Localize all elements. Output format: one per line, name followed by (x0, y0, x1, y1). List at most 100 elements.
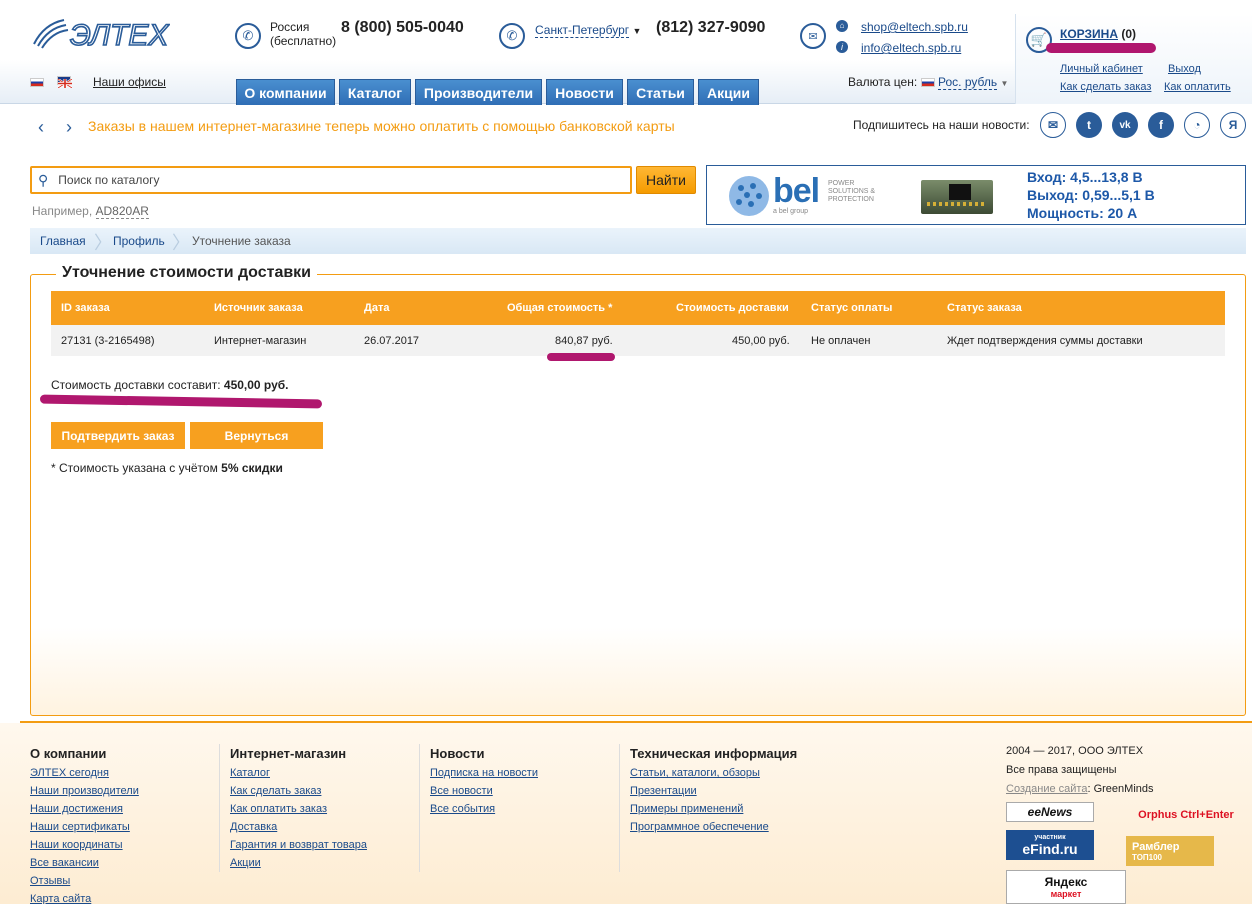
tab-articles[interactable]: Статьи (627, 79, 694, 105)
cart-link[interactable]: КОРЗИНА (0) (1060, 27, 1136, 41)
footer-link[interactable]: Все события (430, 803, 538, 821)
footer-col-title: О компании (30, 746, 107, 761)
facebook-icon[interactable]: f (1148, 112, 1174, 138)
footer-link[interactable]: Доставка (230, 821, 367, 839)
delivery-value: 450,00 руб. (223, 378, 289, 392)
breadcrumb-home[interactable]: Главная (40, 234, 86, 248)
account-link[interactable]: Личный кабинет (1060, 63, 1143, 75)
efind-logo: eFind.ru (1022, 840, 1078, 857)
chevron-down-icon: ▼ (1000, 79, 1009, 88)
col-payment-status: Статус оплаты (811, 302, 893, 314)
tab-about[interactable]: О компании (236, 79, 335, 105)
rambler-top: ТОП100 (1132, 852, 1163, 862)
efind-badge[interactable]: участник eFind.ru (1006, 830, 1094, 860)
footer-link[interactable]: Карта сайта (30, 893, 139, 904)
email-shop-link[interactable]: shop@eltech.spb.ru (861, 20, 968, 34)
ticker-next-icon[interactable]: › (66, 117, 72, 138)
eenews-badge[interactable]: eeNews (1006, 802, 1094, 822)
currency-select[interactable]: Рос. рубль ▼ (938, 75, 1009, 90)
orphus-badge[interactable]: Orphus Ctrl+Enter (1126, 805, 1246, 825)
rambler-badge[interactable]: Рамблер ТОП100 (1126, 836, 1214, 866)
vk-icon[interactable]: vk (1112, 112, 1138, 138)
breadcrumb-separator-icon: 〉 (94, 233, 112, 253)
email-info-link[interactable]: info@eltech.spb.ru (861, 41, 961, 55)
footer-link[interactable]: Статьи, каталоги, обзоры (630, 767, 797, 785)
discount-note-value: 5% скидки (221, 461, 283, 475)
search-example: Например, AD820AR (32, 204, 149, 219)
flag-uk-icon[interactable] (57, 76, 73, 89)
footer-col-shop: Интернет-магазин Каталог Как сделать зак… (230, 746, 367, 875)
col-source: Источник заказа (214, 302, 303, 314)
module-chip (949, 184, 971, 200)
rss-icon[interactable]: ◔ (1184, 112, 1210, 138)
confirm-order-button[interactable]: Подтвердить заказ (51, 422, 185, 449)
info-icon: i (836, 41, 848, 53)
flag-ru-icon[interactable] (30, 78, 44, 87)
banner-line-output: Выход: 0,59...5,1 В (1027, 187, 1155, 203)
tab-promotions[interactable]: Акции (698, 79, 759, 105)
cart-label: КОРЗИНА (1060, 27, 1118, 41)
footer-link[interactable]: Программное обеспечение (630, 821, 797, 839)
breadcrumb: Главная 〉 Профиль 〉 Уточнение заказа (30, 228, 1246, 254)
site-credit-link[interactable]: Создание сайта (1006, 783, 1087, 795)
tab-catalog[interactable]: Каталог (339, 79, 411, 105)
footer-link[interactable]: Акции (230, 857, 367, 875)
currency-label: Валюта цен: (848, 75, 918, 89)
discount-note: * Стоимость указана с учётом 5% скидки (51, 461, 283, 475)
footer-link[interactable]: ЭЛТЕХ сегодня (30, 767, 139, 785)
footer-link[interactable]: Презентации (630, 785, 797, 803)
shop-icon: ⌂ (836, 20, 848, 32)
footer-link[interactable]: Наши координаты (30, 839, 139, 857)
twitter-icon[interactable]: t (1076, 112, 1102, 138)
col-order-id: ID заказа (61, 302, 110, 314)
offices-link[interactable]: Наши офисы (93, 75, 166, 89)
phone2-number[interactable]: (812) 327-9090 (656, 19, 765, 37)
back-button[interactable]: Вернуться (190, 422, 323, 449)
footer-link[interactable]: Примеры применений (630, 803, 797, 821)
bel-globe-icon (729, 176, 769, 216)
how-to-pay-link[interactable]: Как оплатить (1164, 81, 1231, 93)
footer-link[interactable]: Наши достижения (30, 803, 139, 821)
search-example-prefix: Например, (32, 204, 93, 218)
breadcrumb-profile[interactable]: Профиль (113, 234, 165, 248)
footer-link[interactable]: Отзывы (30, 875, 139, 893)
footer-link[interactable]: Наши сертификаты (30, 821, 139, 839)
footer-link[interactable]: Все новости (430, 785, 538, 803)
footer-link[interactable]: Подписка на новости (430, 767, 538, 785)
search-button[interactable]: Найти (636, 166, 696, 194)
tab-manufacturers[interactable]: Производители (415, 79, 542, 105)
cell-source: Интернет-магазин (214, 335, 307, 347)
eltech-logo[interactable]: ЭЛТЕХ (30, 14, 170, 52)
breadcrumb-separator-icon: 〉 (172, 233, 190, 253)
footer-link[interactable]: Наши производители (30, 785, 139, 803)
yandex-icon[interactable]: Я (1220, 112, 1246, 138)
yandex-market-badge[interactable]: Яндекс маркет (1006, 870, 1126, 904)
footer-col-title: Новости (430, 746, 485, 761)
footer-link[interactable]: Каталог (230, 767, 367, 785)
search-example-link[interactable]: AD820AR (95, 204, 149, 219)
logo-text: ЭЛТЕХ (70, 19, 169, 52)
tab-news[interactable]: Новости (546, 79, 623, 105)
footer-link[interactable]: Как оплатить заказ (230, 803, 367, 821)
ticker-message[interactable]: Заказы в нашем интернет-магазине теперь … (88, 118, 675, 134)
how-to-order-link[interactable]: Как сделать заказ (1060, 81, 1151, 93)
footer-link[interactable]: Все вакансии (30, 857, 139, 875)
efind-caption: участник (1034, 833, 1066, 841)
bel-group: a bel group (773, 208, 809, 215)
search-input[interactable]: Поиск по каталогу (58, 173, 159, 187)
banner-line-input: Вход: 4,5...13,8 В (1027, 169, 1143, 185)
footer-separator (619, 744, 620, 872)
city-select[interactable]: Санкт-Петербург ▼ (535, 23, 641, 38)
cell-date: 26.07.2017 (364, 335, 420, 347)
mail-icon[interactable]: ✉ (1040, 112, 1066, 138)
search-field[interactable]: ⚲ Поиск по каталогу (30, 166, 632, 194)
bel-banner[interactable]: bel a bel group POWER SOLUTIONS & PROTEC… (706, 165, 1246, 225)
logout-link[interactable]: Выход (1168, 63, 1201, 75)
breadcrumb-current: Уточнение заказа (192, 234, 291, 248)
footer-link[interactable]: Как сделать заказ (230, 785, 367, 803)
phone1-number[interactable]: 8 (800) 505-0040 (341, 19, 464, 37)
bel-brand: bel (773, 172, 820, 210)
delivery-label: Стоимость доставки составит: (51, 378, 221, 392)
footer-link[interactable]: Гарантия и возврат товара (230, 839, 367, 857)
ticker-prev-icon[interactable]: ‹ (38, 117, 44, 138)
